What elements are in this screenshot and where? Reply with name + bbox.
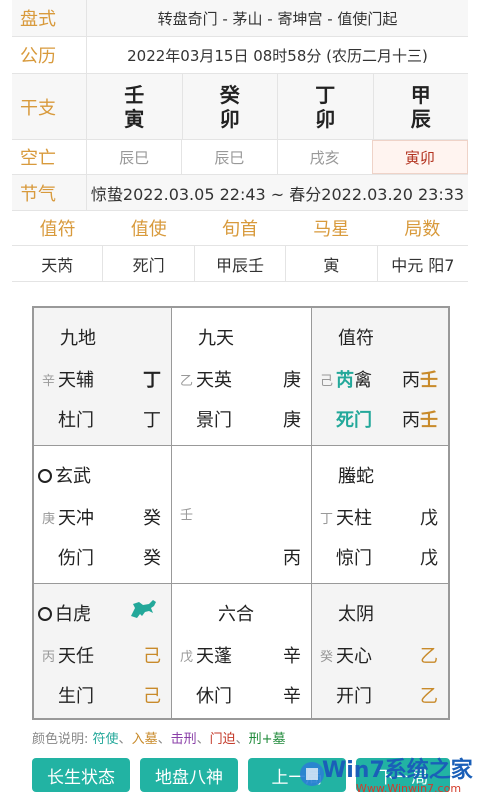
kongwang-year: 辰巳 [86, 140, 181, 174]
value-xunshou: 甲辰壬 [195, 246, 287, 281]
palace-door-line: 开门 乙 [320, 682, 438, 708]
ganzhi-month: 癸卯 [181, 74, 278, 139]
palace-door: 休门 [196, 686, 232, 707]
palace-star: 天柱 [336, 508, 372, 529]
kongwang-day: 戌亥 [276, 140, 372, 174]
horse-icon [131, 600, 156, 618]
color-legend: 颜色说明: 符使、入墓、击刑、门迫、刑+墓 [32, 732, 286, 747]
palace-center[interactable]: 壬 丙 [172, 446, 312, 584]
pan-row: 盘式 转盘奇门 - 茅山 - 寄坤宫 - 值使门起 [12, 0, 468, 37]
palace-god: 玄武 [38, 462, 91, 488]
palace-xun[interactable]: 九地 辛 天辅 丁 杜门 丁 [34, 308, 172, 446]
legend-rumu: 入墓 [131, 732, 158, 747]
header-maxing: 马星 [313, 219, 350, 240]
circle-icon [38, 607, 52, 621]
legend-fushi: 符使 [92, 732, 119, 747]
palace-star-line: 丙 天任 己 [42, 642, 161, 668]
palace-door-line: 休门 辛 [180, 682, 301, 708]
palace-qian[interactable]: 太阴 癸 天心 乙 开门 乙 [312, 584, 448, 718]
palace-star: 天英 [196, 370, 232, 391]
palace-star-line: 己 芮禽 丙壬 [320, 370, 438, 391]
palace-star: 天冲 [58, 508, 94, 529]
value-jushu: 中元 阳7 [391, 255, 455, 275]
value-row: 天芮 死门 甲辰壬 寅 中元 阳7 [12, 246, 468, 282]
palace-god: 白虎 [38, 600, 91, 626]
value-maxing: 寅 [286, 246, 378, 281]
palace-dui[interactable]: 螣蛇 丁 天柱 戊 惊门 戊 [312, 446, 448, 584]
legend-menpo: 门迫 [209, 732, 236, 747]
kongwang-month: 辰巳 [181, 140, 276, 174]
changsheng-button[interactable]: 长生状态 [32, 758, 130, 792]
palace-star-line: 辛 天辅 丁 [42, 366, 161, 392]
palace-door: 杜门 [58, 410, 94, 431]
ganzhi-label: 干支 [20, 97, 56, 119]
jieqi-label: 节气 [20, 183, 56, 205]
pan-label: 盘式 [20, 9, 56, 30]
legend-prefix: 颜色说明: [32, 732, 89, 747]
dipan-bashen-button[interactable]: 地盘八神 [140, 758, 238, 792]
palace-star-line: 戊 天蓬 辛 [180, 642, 301, 668]
value-zhishi: 死门 [103, 246, 195, 281]
palace-star-line: 丁 天柱 戊 [320, 504, 438, 530]
header-jushu: 局数 [404, 219, 441, 240]
ganzhi-row: 干支 壬寅 癸卯 丁卯 甲辰 [12, 74, 468, 140]
palace-star: 天辅 [58, 370, 94, 391]
palace-door: 开门 [336, 686, 372, 707]
palace-door-line: 死门 丙壬 [320, 406, 438, 432]
palace-zhen[interactable]: 玄武 庚 天冲 癸 伤门 癸 [34, 446, 172, 584]
palace-door-line: 景门 庚 [180, 406, 301, 432]
header-row: 值符 值使 旬首 马星 局数 [12, 211, 468, 246]
legend-xingmu: 刑+墓 [248, 732, 286, 747]
palace-god: 六合 [218, 604, 254, 625]
palace-door: 景门 [196, 410, 232, 431]
legend-jixing: 击刑 [170, 732, 197, 747]
jieqi-row: 节气 惊蛰2022.03.05 22:43 ~ 春分2022.03.20 23:… [12, 175, 468, 211]
ganzhi-hour: 甲辰 [372, 74, 469, 139]
palace-door-line: 惊门 戊 [320, 544, 438, 570]
palace-star: 天蓬 [196, 646, 232, 667]
value-zhifu: 天芮 [12, 246, 104, 281]
palace-star-line: 庚 天冲 癸 [42, 504, 161, 530]
palace-god: 九天 [198, 328, 234, 349]
jieqi-value: 惊蛰2022.03.05 22:43 ~ 春分2022.03.20 23:33 [86, 175, 468, 210]
ganzhi-day: 丁卯 [277, 74, 373, 139]
palace-star-line: 乙 天英 庚 [180, 366, 301, 392]
kongwang-row: 空亡 辰巳 辰巳 戌亥 寅卯 [12, 140, 468, 175]
date-value: 2022年03月15日 08时58分 (农历二月十三) [86, 37, 468, 73]
date-label: 公历 [20, 46, 56, 67]
kongwang-label: 空亡 [20, 148, 56, 169]
palace-li[interactable]: 九天 乙 天英 庚 景门 庚 [172, 308, 312, 446]
palace-door: 生门 [58, 686, 94, 707]
palace-god: 螣蛇 [338, 466, 374, 487]
ganzhi-year: 壬寅 [86, 74, 182, 139]
watermark-url: Www.Winwin7.com [356, 782, 462, 795]
palace-door: 死门 [336, 410, 372, 431]
palace-door: 惊门 [336, 548, 372, 569]
kongwang-hour: 寅卯 [371, 140, 468, 174]
header-zhishi: 值使 [130, 219, 167, 240]
watermark-text: Win7系统之家 [322, 758, 473, 783]
palace-god: 九地 [60, 328, 96, 349]
pan-value: 转盘奇门 - 茅山 - 寄坤宫 - 值使门起 [86, 0, 468, 36]
nine-palace-grid: 九地 辛 天辅 丁 杜门 丁 九天 乙 天英 庚 景门 庚 值符 己 芮禽 丙壬… [32, 306, 450, 720]
date-row: 公历 2022年03月15日 08时58分 (农历二月十三) [12, 37, 468, 74]
palace-star: 天任 [58, 646, 94, 667]
palace-door: 伤门 [58, 548, 94, 569]
palace-god: 值符 [338, 328, 374, 349]
header-xunshou: 旬首 [222, 219, 258, 240]
palace-gen[interactable]: 白虎 丙 天任 己 生门 己 [34, 584, 172, 718]
circle-icon [38, 469, 52, 483]
palace-god: 太阴 [338, 604, 374, 625]
palace-star-line: 癸 天心 乙 [320, 642, 438, 668]
palace-door-line: 伤门 癸 [42, 544, 161, 570]
info-table: 盘式 转盘奇门 - 茅山 - 寄坤宫 - 值使门起 公历 2022年03月15日… [12, 0, 468, 282]
palace-star: 天心 [336, 646, 372, 667]
palace-kun[interactable]: 值符 己 芮禽 丙壬 死门 丙壬 [312, 308, 448, 446]
palace-door-line: 杜门 丁 [42, 406, 161, 432]
palace-door-line: 生门 己 [42, 682, 161, 708]
palace-kan[interactable]: 六合 戊 天蓬 辛 休门 辛 [172, 584, 312, 718]
header-zhifu: 值符 [39, 219, 76, 240]
